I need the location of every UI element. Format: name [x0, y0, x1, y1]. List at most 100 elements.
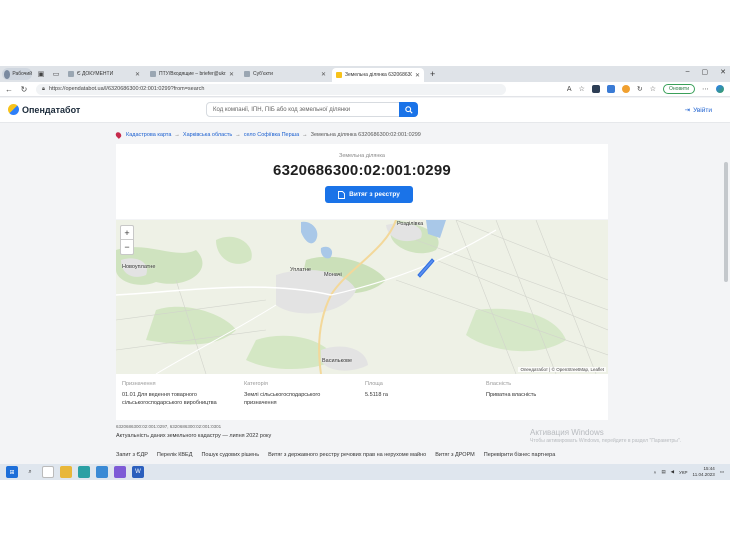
- footer-link[interactable]: Витяг з державного реєстру речових прав …: [268, 452, 426, 458]
- workspaces-icon[interactable]: ▣: [35, 68, 47, 80]
- browser-tabstrip: Рабочий ▣ ▭ Є ДОКУМЕНТИ ✕ ПТУ/Входящие –…: [0, 66, 730, 82]
- breadcrumb-separator: →: [174, 132, 180, 138]
- search-input[interactable]: Код компанії, ІПН, ПІБ або код земельної…: [206, 102, 418, 117]
- browser-tab[interactable]: Суб'єкти ✕: [240, 67, 330, 81]
- new-tab-button[interactable]: +: [430, 69, 435, 79]
- reload-icon[interactable]: ↻: [18, 85, 30, 94]
- map-place-label: Василькове: [322, 358, 353, 364]
- maximize-icon[interactable]: ▢: [702, 68, 709, 76]
- extension-icon[interactable]: [621, 85, 630, 93]
- windows-taskbar: ⊞ ⌕ W ˄ ▤ ◀ УКР 15:44 11.04.2023 ▭: [0, 464, 730, 480]
- task-view-icon[interactable]: [42, 466, 54, 478]
- screen: Рабочий ▣ ▭ Є ДОКУМЕНТИ ✕ ПТУ/Входящие –…: [0, 66, 730, 480]
- map-place-label: Розділівка: [397, 221, 424, 227]
- close-icon[interactable]: ✕: [135, 71, 140, 78]
- tab-actions-icon[interactable]: ▭: [50, 68, 62, 80]
- page-scrollbar[interactable]: [724, 122, 728, 462]
- favorite-icon[interactable]: ☆: [579, 85, 585, 93]
- tab-title: Земельна ділянка 6320686300:0: [345, 72, 412, 78]
- url-field[interactable]: 🔒︎ https://opendatabot.ua/l/6320686300:0…: [36, 83, 506, 95]
- purpose-label: Призначення: [122, 381, 156, 387]
- logo-text: Опендатабот: [22, 104, 81, 115]
- extension-icon[interactable]: [606, 85, 615, 93]
- favicon-icon: [150, 71, 156, 77]
- browser-tab[interactable]: Є ДОКУМЕНТИ ✕: [64, 67, 144, 81]
- browser-tab-active[interactable]: Земельна ділянка 6320686300:0 ✕: [332, 68, 424, 82]
- extract-button[interactable]: Витяг з реєстру: [325, 186, 413, 203]
- search-button[interactable]: [399, 102, 418, 117]
- more-icon[interactable]: ⋯: [702, 85, 709, 93]
- notifications-icon[interactable]: ▭: [720, 469, 724, 475]
- footer-link[interactable]: Пошук судових рішень: [201, 452, 259, 458]
- breadcrumb-link[interactable]: село Софіївка Перша: [244, 132, 299, 138]
- close-window-icon[interactable]: ✕: [720, 68, 726, 76]
- breadcrumb-link[interactable]: Кадастрова карта: [126, 132, 171, 138]
- parcel-card: Земельна ділянка 6320686300:02:001:0299 …: [116, 144, 608, 219]
- extract-button-label: Витяг з реєстру: [349, 191, 400, 198]
- close-icon[interactable]: ✕: [415, 72, 420, 79]
- profile-label: Рабочий: [12, 71, 32, 77]
- sync-button[interactable]: Оновити: [663, 84, 695, 94]
- area-label: Площа: [365, 381, 383, 387]
- read-aloud-icon[interactable]: A: [567, 86, 572, 93]
- url-text: https://opendatabot.ua/l/6320686300:02:0…: [48, 86, 205, 92]
- refresh-extension-icon[interactable]: ↻: [637, 85, 643, 93]
- purpose-column: Призначення 01.01 Для ведення товарного …: [122, 381, 232, 407]
- browser-toolbar: A ☆ ↻ ☆ Оновити ⋯: [567, 84, 724, 94]
- tab-title: Суб'єкти: [253, 71, 273, 77]
- document-icon: [338, 190, 346, 199]
- clock[interactable]: 15:44 11.04.2023: [693, 466, 715, 478]
- minimize-icon[interactable]: –: [686, 68, 690, 76]
- zoom-out-button[interactable]: −: [121, 240, 133, 254]
- clock-date: 11.04.2023: [692, 472, 715, 477]
- cadastral-map[interactable]: + − Новоуплатне Уплатне Моначі Васильков…: [116, 220, 608, 374]
- breadcrumb-current: Земельна ділянка 6320686300:02:001:0299: [310, 132, 421, 138]
- parcel-label: Земельна ділянка: [339, 153, 385, 159]
- language-indicator[interactable]: УКР: [679, 470, 687, 475]
- word-icon[interactable]: W: [132, 466, 144, 478]
- footer-link[interactable]: Запит з ЄДР: [116, 452, 148, 458]
- map-place-label: Моначі: [324, 272, 342, 278]
- footer-link[interactable]: Витяг з ДРОРМ: [435, 452, 475, 458]
- zoom-in-button[interactable]: +: [121, 226, 133, 240]
- windows-activation-watermark: Активация Windows Чтобы активировать Win…: [530, 428, 681, 444]
- network-icon[interactable]: ▤: [661, 469, 665, 475]
- breadcrumb-link[interactable]: Харківська область: [183, 132, 232, 138]
- login-icon: ⇥: [684, 107, 691, 114]
- scrollbar-thumb[interactable]: [724, 162, 728, 282]
- search-icon[interactable]: ⌕: [24, 466, 36, 478]
- tab-title: Є ДОКУМЕНТИ: [77, 71, 114, 77]
- viber-icon[interactable]: [114, 466, 126, 478]
- favorites-bar-icon[interactable]: ☆: [650, 85, 656, 93]
- ownership-label: Власність: [486, 381, 512, 387]
- category-value: Землі сільськогосподарського призначення: [244, 392, 321, 406]
- app-icon[interactable]: [96, 466, 108, 478]
- login-link[interactable]: ⇥ Увійти: [684, 106, 712, 115]
- volume-icon[interactable]: ◀: [671, 469, 674, 475]
- favicon-icon: [336, 72, 342, 78]
- file-explorer-icon[interactable]: [60, 466, 72, 478]
- site-logo[interactable]: Опендатабот: [8, 104, 80, 115]
- back-icon[interactable]: ←: [3, 85, 15, 94]
- tray-arrow-icon[interactable]: ˄: [654, 470, 657, 475]
- neighbor-parcels: 6320686300:02:001:0297, 6320686300:02:00…: [116, 424, 222, 429]
- parcel-details: Призначення 01.01 Для ведення товарного …: [116, 374, 608, 420]
- map-canvas: [116, 220, 608, 374]
- sync-label: Оновити: [669, 86, 689, 92]
- close-icon[interactable]: ✕: [229, 71, 234, 78]
- footer-link[interactable]: Перевірити бізнес партнера: [484, 452, 556, 458]
- activation-subtitle: Чтобы активировать Windows, перейдите в …: [530, 438, 682, 444]
- address-bar: ← ↻ 🔒︎ https://opendatabot.ua/l/63206863…: [0, 82, 730, 97]
- footer-link[interactable]: Перелік КВЕД: [157, 452, 193, 458]
- site-header: Опендатабот Код компанії, ІПН, ПІБ або к…: [0, 98, 730, 123]
- copilot-icon[interactable]: [716, 85, 724, 93]
- close-icon[interactable]: ✕: [321, 71, 326, 78]
- data-relevance: Актуальність даних земельного кадастру —…: [116, 433, 272, 439]
- system-tray: ˄ ▤ ◀ УКР 15:44 11.04.2023 ▭: [654, 466, 724, 478]
- profile-button[interactable]: Рабочий: [2, 68, 32, 80]
- start-icon[interactable]: ⊞: [6, 466, 18, 478]
- ownership-value: Приватна власність: [486, 392, 537, 398]
- edge-icon[interactable]: [78, 466, 90, 478]
- extension-icon[interactable]: [591, 85, 600, 93]
- browser-tab[interactable]: ПТУ/Входящие – briefer@ukr.net ✕: [146, 67, 238, 81]
